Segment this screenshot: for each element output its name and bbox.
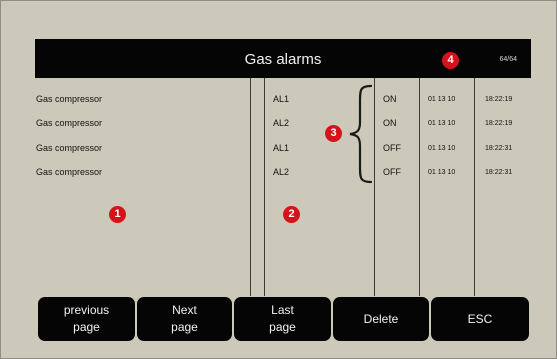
- alarm-state: OFF: [383, 143, 401, 153]
- alarm-source: Gas compressor: [36, 94, 103, 104]
- page-counter: 64/64: [499, 56, 517, 63]
- esc-button[interactable]: ESC: [431, 297, 529, 341]
- curly-brace-icon: [349, 84, 373, 184]
- alarm-screen: Gas alarms 64/64 Gas compressor AL1 ON 0…: [0, 0, 557, 359]
- previous-page-button[interactable]: previous page: [38, 297, 135, 341]
- alarm-state: OFF: [383, 167, 401, 177]
- alarm-date: 01 13 10: [428, 96, 456, 103]
- alarm-source: Gas compressor: [36, 118, 103, 128]
- alarm-date: 01 13 10: [428, 120, 456, 127]
- alarm-source: Gas compressor: [36, 143, 103, 153]
- column-divider: [250, 78, 251, 296]
- callout-badge-4: 4: [442, 52, 459, 69]
- callout-badge-2: 2: [283, 206, 300, 223]
- alarm-date: 01 13 10: [428, 169, 456, 176]
- alarm-time: 18:22:19: [485, 120, 513, 127]
- delete-button[interactable]: Delete: [333, 297, 429, 341]
- alarm-code: AL2: [273, 167, 290, 177]
- alarm-state: ON: [383, 94, 397, 104]
- last-page-button[interactable]: Last page: [234, 297, 331, 341]
- column-divider: [474, 78, 475, 296]
- callout-badge-3: 3: [325, 125, 342, 142]
- alarm-code: AL1: [273, 143, 290, 153]
- column-divider: [419, 78, 420, 296]
- alarm-state: ON: [383, 118, 397, 128]
- alarm-date: 01 13 10: [428, 145, 456, 152]
- column-divider: [264, 78, 265, 296]
- next-page-button[interactable]: Next page: [137, 297, 232, 341]
- callout-badge-1: 1: [109, 206, 126, 223]
- alarm-code: AL2: [273, 118, 290, 128]
- alarm-code: AL1: [273, 94, 290, 104]
- alarm-time: 18:22:31: [485, 145, 513, 152]
- alarm-source: Gas compressor: [36, 167, 103, 177]
- alarm-time: 18:22:19: [485, 96, 513, 103]
- alarm-time: 18:22:31: [485, 169, 513, 176]
- column-divider: [374, 78, 375, 296]
